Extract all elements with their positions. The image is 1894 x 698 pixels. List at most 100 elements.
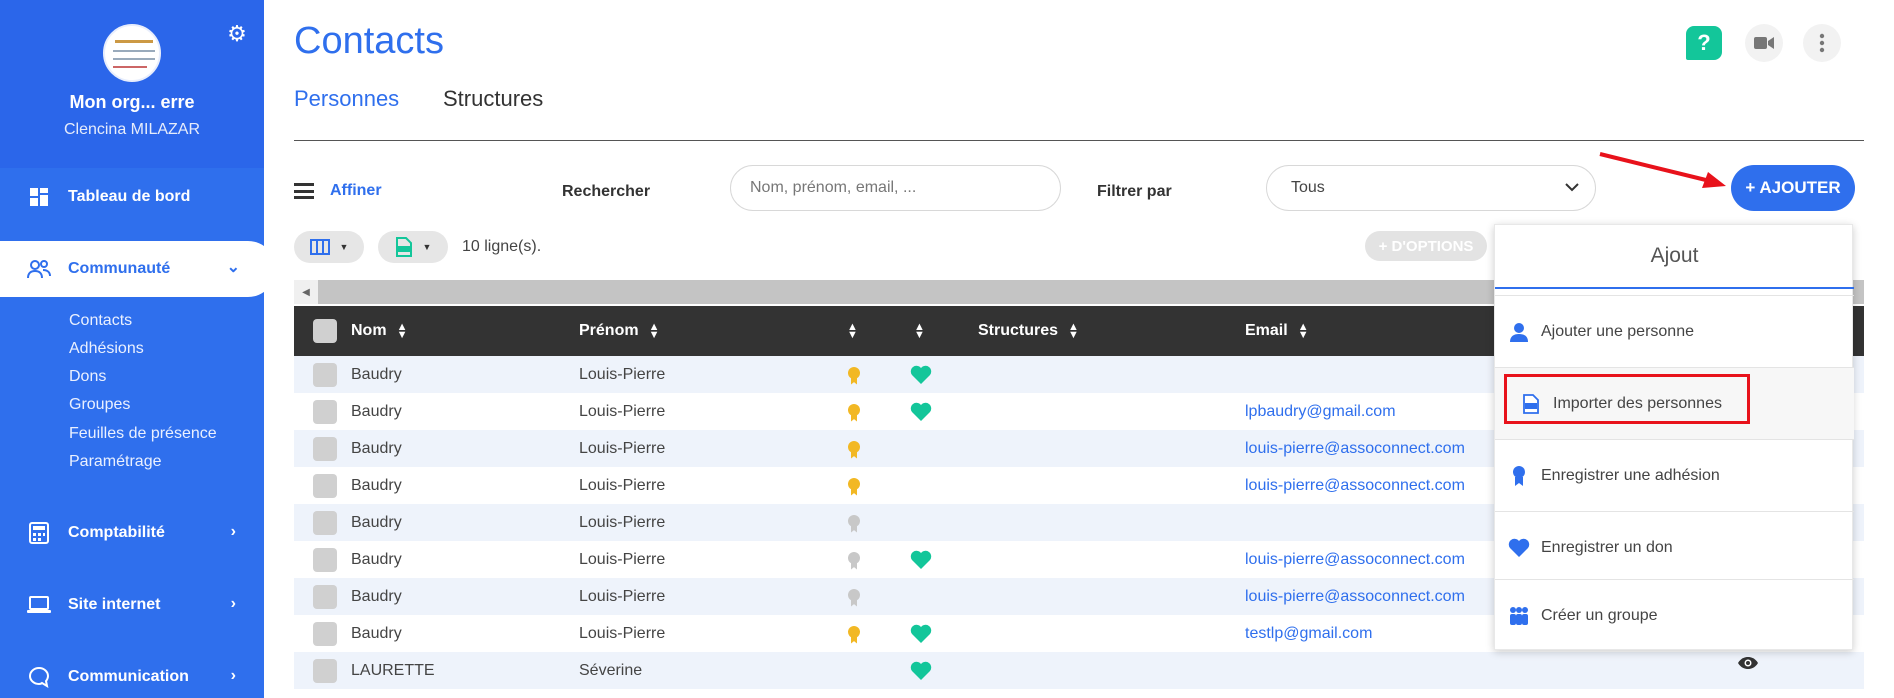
gear-icon[interactable]: ⚙ [225,22,249,46]
row-checkbox[interactable] [313,362,337,387]
page-title: Contacts [294,20,444,62]
row-checkbox[interactable] [313,399,337,424]
cell-email[interactable]: louis-pierre@assoconnect.com [1245,467,1465,504]
chevron-right-icon: › [230,667,236,684]
filter-select[interactable]: Tous [1266,165,1596,211]
caret-down-icon: ▼ [339,242,349,252]
cell-prenom: Louis-Pierre [579,587,666,605]
row-checkbox[interactable] [313,436,337,461]
menu-item-enregistrer-un-don[interactable]: Enregistrer un don [1495,511,1854,583]
chevron-right-icon: › [230,523,236,540]
xls-file-icon [395,237,412,257]
nav-item-site-internet[interactable]: Site internet › [0,577,264,633]
cell-email[interactable]: louis-pierre@assoconnect.com [1245,578,1465,615]
video-camera-icon [1754,37,1774,49]
sub-item-contacts[interactable]: Contacts [69,312,132,330]
nav-label: Comptabilité [68,524,165,541]
nav-item-communaute[interactable]: Communauté ⌄ [0,241,276,297]
column-header-donation[interactable]: ▲ ▼ [914,306,925,356]
nav-label: Communauté [68,260,171,277]
sort-icon: ▲ ▼ [1068,321,1079,341]
help-button[interactable]: ? [1686,26,1722,60]
eye-icon[interactable] [1737,656,1759,670]
more-options-disabled-button[interactable]: + D'OPTIONS [1365,231,1487,261]
sort-icon: ▲ ▼ [396,321,408,341]
membership-ribbon-icon [1507,464,1531,488]
sub-item-groupes[interactable]: Groupes [69,396,130,414]
tab-structures[interactable]: Structures [443,86,543,112]
donation-heart-icon [910,365,932,384]
row-checkbox[interactable] [313,621,337,646]
search-label: Rechercher [562,183,651,200]
cell-nom: Baudry [351,624,402,642]
cell-prenom: Louis-Pierre [579,402,666,420]
nav-item-communication[interactable]: Communication › [0,649,264,698]
nav-item-comptabilite[interactable]: Comptabilité › [0,505,264,561]
menu-icon [294,183,314,199]
sub-item-feuilles-de-presence[interactable]: Feuilles de présence [69,425,217,443]
row-checkbox[interactable] [313,547,337,572]
filter-select-value: Tous [1291,179,1325,196]
community-icon [27,257,51,281]
nav-item-tableau-de-bord[interactable]: Tableau de bord [0,169,264,225]
add-button[interactable]: + AJOUTER [1731,165,1855,211]
sub-item-dons[interactable]: Dons [69,368,106,386]
table-row[interactable]: LAURETTE Séverine [294,652,1864,689]
cell-nom: Baudry [351,513,402,531]
video-button[interactable] [1745,24,1783,62]
dashboard-icon [27,185,51,209]
membership-medal-icon [847,439,861,459]
affiner-toggle[interactable]: Affiner [294,182,382,200]
row-checkbox[interactable] [313,473,337,498]
tabs-divider [294,140,1864,141]
sort-icon: ▲ ▼ [914,321,925,341]
red-arrow-annotation [1599,152,1726,188]
membership-medal-icon [847,365,861,385]
row-checkbox[interactable] [313,584,337,609]
add-dropdown-menu: Ajout Ajouter une personne Importer des … [1494,224,1854,651]
column-header-prenom[interactable]: Prénom ▲ ▼ [579,306,659,356]
membership-medal-icon [847,513,861,533]
cell-prenom: Louis-Pierre [579,365,666,383]
sub-item-parametrage[interactable]: Paramétrage [69,453,162,471]
organization-logo[interactable] [103,24,161,82]
rows-count: 10 ligne(s). [462,238,542,255]
cell-email[interactable]: lpbaudry@gmail.com [1245,393,1396,430]
membership-medal-icon [847,587,861,607]
cell-nom: Baudry [351,476,402,494]
search-input[interactable] [730,165,1061,211]
cell-prenom: Louis-Pierre [579,624,666,642]
tab-personnes[interactable]: Personnes [294,86,399,112]
cell-email[interactable]: louis-pierre@assoconnect.com [1245,541,1465,578]
export-button[interactable]: ▼ [378,231,448,263]
cell-prenom: Séverine [579,661,643,679]
select-all-checkbox[interactable] [313,319,337,343]
nav-label: Tableau de bord [68,188,191,205]
column-header-email[interactable]: Email ▲ ▼ [1245,306,1309,356]
menu-item-creer-un-groupe[interactable]: Créer un groupe [1495,579,1854,651]
cell-email[interactable]: testlp@gmail.com [1245,615,1372,652]
menu-item-enregistrer-une-adhesion[interactable]: Enregistrer une adhésion [1495,439,1854,511]
columns-button[interactable]: ▼ [294,231,364,263]
chevron-down-icon: ⌄ [226,259,240,276]
row-checkbox[interactable] [313,658,337,683]
menu-item-ajouter-une-personne[interactable]: Ajouter une personne [1495,295,1854,367]
help-icon: ? [1697,30,1711,55]
organization-name[interactable]: Mon org... erre [0,92,264,113]
scroll-left-icon[interactable]: ◀ [294,280,318,304]
row-checkbox[interactable] [313,510,337,535]
sort-icon: ▲ ▼ [648,321,660,341]
column-header-structures[interactable]: Structures ▲ ▼ [978,306,1079,356]
cell-email[interactable]: louis-pierre@assoconnect.com [1245,430,1465,467]
column-header-membership[interactable]: ▲ ▼ [847,306,858,356]
cell-prenom: Louis-Pierre [579,513,666,531]
more-options-button[interactable] [1803,24,1841,62]
red-highlight-annotation [1504,374,1750,424]
caret-down-icon: ▼ [422,242,432,252]
membership-medal-icon [847,624,861,644]
column-header-nom[interactable]: Nom ▲ ▼ [351,306,407,356]
sub-item-adhesions[interactable]: Adhésions [69,340,144,358]
filter-label: Filtrer par [1097,183,1172,200]
affiner-label: Affiner [330,182,382,199]
dropdown-title: Ajout [1495,225,1854,289]
